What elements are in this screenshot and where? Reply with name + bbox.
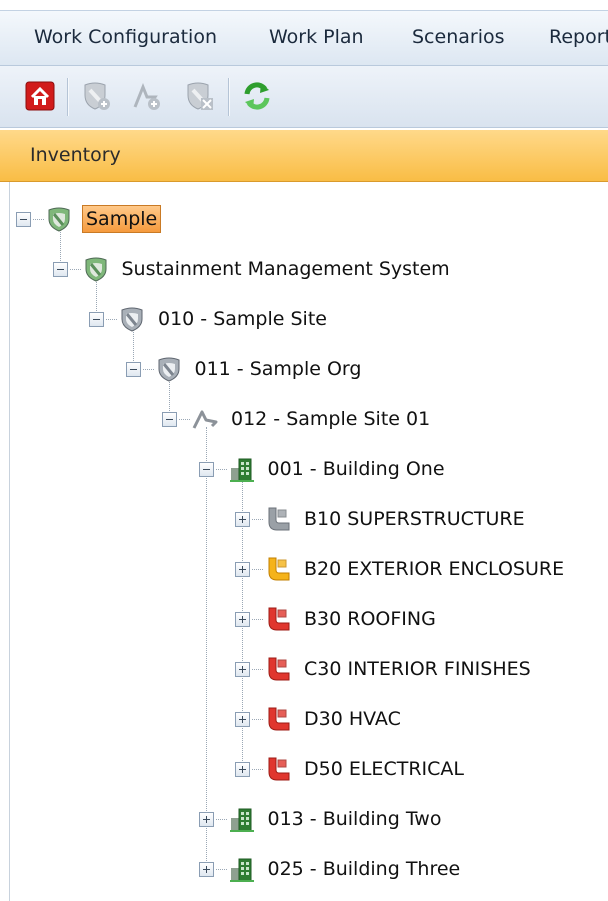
collapse-toggle[interactable]: [89, 311, 104, 327]
tree-node-label[interactable]: C30 INTERIOR FINISHES: [301, 656, 534, 682]
tree-node[interactable]: 012 - Sample Site 01: [162, 401, 433, 437]
home-icon: [25, 81, 55, 111]
tree-node[interactable]: B20 EXTERIOR ENCLOSURE: [235, 551, 567, 587]
tree-node[interactable]: B10 SUPERSTRUCTURE: [235, 501, 528, 537]
panel-title: Inventory: [30, 144, 121, 166]
shield-gray-icon: [156, 356, 182, 382]
delete-shield-button[interactable]: [182, 79, 216, 113]
building-icon: [229, 456, 255, 482]
expand-toggle[interactable]: [198, 811, 214, 827]
pipe-red-icon: [265, 656, 291, 682]
tree-connector-dots: [179, 418, 190, 420]
tree-connector-dots: [252, 668, 263, 670]
menu-scenarios[interactable]: Scenarios: [412, 26, 505, 48]
tree-connector-dots: [252, 718, 263, 720]
building-icon: [229, 856, 255, 882]
expand-toggle[interactable]: [235, 761, 250, 777]
tree-node-label[interactable]: 001 - Building One: [265, 456, 448, 482]
tree-connector-dots: [142, 368, 154, 370]
refresh-button[interactable]: [240, 79, 274, 113]
toolbar-separator: [67, 78, 69, 116]
add-shield-icon: [84, 82, 110, 110]
toolbar: [0, 66, 608, 128]
collapse-toggle[interactable]: [125, 361, 141, 377]
refresh-icon: [244, 82, 270, 110]
tree-connector-dots: [106, 318, 117, 320]
tree-node-label[interactable]: B30 ROOFING: [301, 606, 439, 632]
tree-node-label[interactable]: 012 - Sample Site 01: [228, 406, 433, 432]
tree-node-label[interactable]: D30 HVAC: [301, 706, 404, 732]
tree-node[interactable]: B30 ROOFING: [235, 601, 439, 637]
add-site-button[interactable]: [129, 79, 163, 113]
tree-connector-dots: [252, 768, 263, 770]
tree-node[interactable]: D30 HVAC: [235, 701, 404, 737]
collapse-toggle[interactable]: [198, 461, 214, 477]
site-flag-icon: [192, 406, 218, 432]
menu-reports[interactable]: Report: [549, 26, 608, 48]
tree-connector-dots: [252, 518, 263, 520]
add-shield-button[interactable]: [79, 79, 113, 113]
tree-node-label[interactable]: 025 - Building Three: [265, 856, 464, 882]
collapse-toggle[interactable]: [16, 211, 31, 227]
menu-bar: Work Configuration Work Plan Scenarios R…: [0, 10, 608, 66]
tree-node[interactable]: 013 - Building Two: [198, 801, 445, 837]
expand-toggle[interactable]: [235, 661, 250, 677]
collapse-toggle[interactable]: [52, 261, 68, 277]
tree-connector-dots: [215, 468, 227, 470]
tree-node[interactable]: C30 INTERIOR FINISHES: [235, 651, 534, 687]
pipe-red-icon: [265, 606, 291, 632]
collapse-toggle[interactable]: [162, 411, 177, 427]
tree-node-label[interactable]: 013 - Building Two: [265, 806, 445, 832]
expand-toggle[interactable]: [235, 561, 250, 577]
tree-connector-dots: [33, 218, 44, 220]
panel-border: [9, 182, 10, 901]
pipe-red-icon: [265, 706, 291, 732]
expand-toggle[interactable]: [235, 711, 250, 727]
delete-shield-icon: [187, 82, 213, 110]
expand-toggle[interactable]: [235, 511, 250, 527]
tree-node[interactable]: D50 ELECTRICAL: [235, 751, 467, 787]
shield-icon: [83, 256, 109, 282]
expand-toggle[interactable]: [235, 611, 250, 627]
tree-connector-dots: [215, 868, 227, 870]
menu-work-plan[interactable]: Work Plan: [269, 26, 364, 48]
inventory-panel-header: Inventory: [0, 130, 608, 182]
tree-node[interactable]: 011 - Sample Org: [125, 351, 365, 387]
shield-icon: [46, 206, 72, 232]
tree-connector-dots: [69, 268, 81, 270]
pipe-yellow-icon: [265, 556, 291, 582]
tree-node-label[interactable]: Sample: [82, 205, 162, 233]
inventory-tree: [0, 182, 608, 901]
tree-node[interactable]: 010 - Sample Site: [89, 301, 330, 337]
tree-connector-dots: [215, 818, 227, 820]
tree-node[interactable]: Sustainment Management System: [52, 251, 453, 287]
expand-toggle[interactable]: [198, 861, 214, 877]
add-site-icon: [133, 82, 160, 110]
home-button[interactable]: [23, 79, 57, 113]
tree-node[interactable]: Sample: [16, 201, 162, 237]
tree-node[interactable]: 025 - Building Three: [198, 851, 464, 887]
toolbar-separator: [228, 78, 230, 116]
tree-node[interactable]: 001 - Building One: [198, 451, 448, 487]
tree-node-label[interactable]: B20 EXTERIOR ENCLOSURE: [301, 556, 567, 582]
tree-node-label[interactable]: 010 - Sample Site: [155, 306, 330, 332]
tree-node-label[interactable]: Sustainment Management System: [119, 256, 453, 282]
pipe-red-icon: [265, 756, 291, 782]
shield-gray-icon: [119, 306, 145, 332]
tree-node-label[interactable]: D50 ELECTRICAL: [301, 756, 467, 782]
building-icon: [229, 806, 255, 832]
pipe-gray-icon: [265, 506, 291, 532]
menu-work-configuration[interactable]: Work Configuration: [34, 26, 217, 48]
tree-connector-dots: [252, 568, 263, 570]
tree-connector-dots: [252, 618, 263, 620]
tree-node-label[interactable]: 011 - Sample Org: [192, 356, 365, 382]
tree-node-label[interactable]: B10 SUPERSTRUCTURE: [301, 506, 528, 532]
